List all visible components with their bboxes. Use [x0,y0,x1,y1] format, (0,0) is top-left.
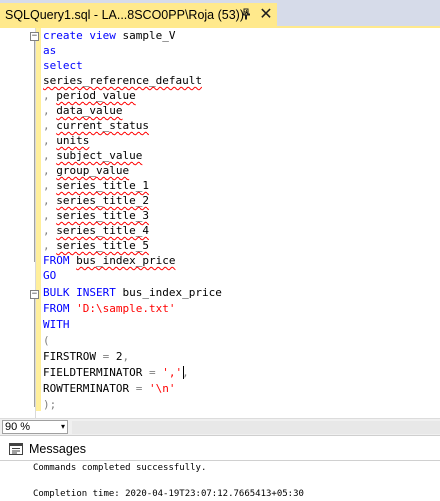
code-token: , [43,134,57,147]
code-line: WITH [43,317,70,332]
code-token: data_value [56,104,123,117]
fold-guide-line [34,299,35,407]
code-token: ( [43,334,50,347]
code-line: , series_title_5 [43,238,149,253]
code-token: series_title_4 [56,224,149,237]
editor-status-bar: 90 % ▾ [0,418,440,435]
results-pane: Messages Commands completed successfully… [0,435,440,501]
fold-toggle-bulk-insert[interactable]: − [30,290,39,299]
code-token: period_value [56,89,136,102]
code-token: ',' [162,366,183,379]
code-line: , current_status [43,118,149,133]
code-token: , [43,194,57,207]
code-line: , period_value [43,88,136,103]
query-editor[interactable]: − − create view sample_V as select serie… [0,28,440,418]
code-token: = [148,366,156,379]
code-line: create view sample_V [43,28,175,43]
code-token: subject_value [56,149,143,162]
code-token: , [43,164,57,177]
fold-toggle-create-view[interactable]: − [30,32,39,41]
code-token: , [43,119,57,132]
code-line: FIELDTERMINATOR = ',', [43,365,189,380]
code-line: , data_value [43,103,122,118]
code-token: ROWTERMINATOR [43,382,136,395]
divider [0,460,440,461]
horizontal-scrollbar[interactable] [72,421,440,434]
code-token: bus_index_price [76,254,176,267]
code-line: , series_title_1 [43,178,149,193]
code-line: ROWTERMINATOR = '\n' [43,381,175,396]
code-line: FROM bus_index_price [43,253,175,268]
code-token: units [56,134,90,147]
code-token: , [43,89,57,102]
code-token: series_title_1 [56,179,149,192]
code-token: , [43,239,57,252]
code-line: , units [43,133,89,148]
code-line: GO [43,268,56,283]
zoom-dropdown[interactable]: 90 % ▾ [2,420,68,434]
code-token: , [43,104,57,117]
code-line: as [43,43,56,58]
tab-messages-label: Messages [29,442,86,456]
code-token: current_status [56,119,149,132]
code-token: series_title_2 [56,194,149,207]
code-token: , [43,209,57,222]
code-token: WITH [43,318,70,331]
code-line: ( [43,333,50,348]
code-token: FROM [43,302,77,315]
fold-guide-line [34,41,35,262]
code-line: FIRSTROW = 2, [43,349,129,364]
code-token: , [43,179,57,192]
code-line: series_reference_default [43,73,202,88]
code-token: ); [43,398,57,411]
message-line: Commands completed successfully. [33,463,207,473]
code-token: , [122,350,130,363]
code-token: group_value [56,164,130,177]
messages-icon [9,443,23,455]
tab-messages[interactable]: Messages [9,439,97,460]
code-line: select [43,58,83,73]
message-line: Completion time: 2020-04-19T23:07:12.766… [33,489,304,499]
code-token: , [43,224,57,237]
code-line: , series_title_2 [43,193,149,208]
pin-icon[interactable] [240,8,252,20]
code-token: series_reference_default [43,74,202,87]
code-token: BULK INSERT [43,286,123,299]
code-token: FIRSTROW [43,350,103,363]
code-token: 2 [109,350,123,363]
code-token: series_title_5 [56,239,149,252]
code-token: sample_V [115,29,176,42]
code-line: , series_title_3 [43,208,149,223]
chevron-down-icon: ▾ [60,422,65,431]
code-line: , group_value [43,163,129,178]
code-line: FROM 'D:\sample.txt' [43,301,175,316]
code-token: '\n' [148,382,176,395]
code-token: as [43,44,57,57]
document-tab-sqlquery1[interactable]: SQLQuery1.sql - LA...8SCO0PP\Roja (53))*… [0,3,277,26]
code-token: 'D:\sample.txt' [76,302,176,315]
code-token: GO [43,269,57,282]
document-tab-strip: SQLQuery1.sql - LA...8SCO0PP\Roja (53))*… [0,0,440,28]
code-token: FROM [43,254,77,267]
code-token: create view [43,29,116,42]
code-line: , subject_value [43,148,142,163]
zoom-value: 90 % [5,421,31,433]
close-icon[interactable]: ✕ [258,4,274,24]
code-token: select [43,59,83,72]
code-token: bus_index_price [122,286,222,299]
change-tracking-bar [36,28,41,411]
code-token: , [43,149,57,162]
code-token: series_title_3 [56,209,149,222]
document-tab-title: SQLQuery1.sql - LA...8SCO0PP\Roja (53))* [5,7,249,22]
code-line: , series_title_4 [43,223,149,238]
code-token: FIELDTERMINATOR [43,366,149,379]
code-line: ); [43,397,56,412]
text-caret [183,366,184,379]
code-line: BULK INSERT bus_index_price [43,285,222,300]
